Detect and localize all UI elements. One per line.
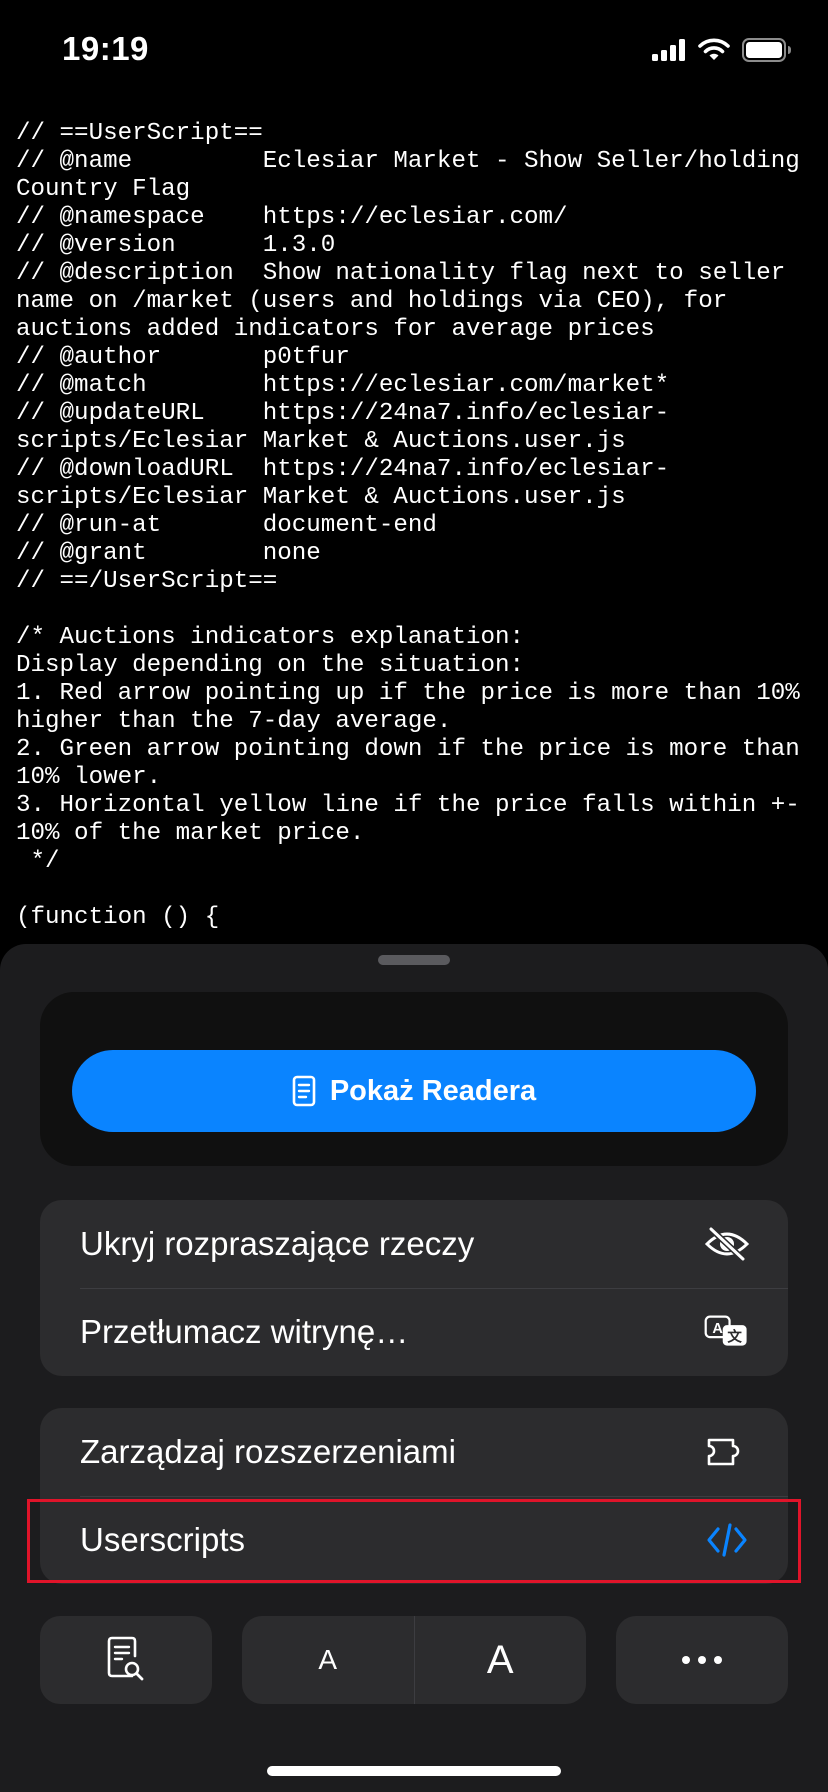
- signal-icon: [652, 39, 685, 61]
- hide-distracting-items-row[interactable]: Ukryj rozpraszające rzeczy: [40, 1200, 788, 1288]
- page-search-button[interactable]: [40, 1616, 212, 1704]
- more-options-button[interactable]: [616, 1616, 788, 1704]
- manage-extensions-label: Zarządzaj rozszerzeniami: [80, 1433, 456, 1470]
- page-search-icon: [107, 1636, 144, 1681]
- reader-card: Pokaż Readera: [40, 992, 788, 1166]
- translate-website-row[interactable]: Przetłumacz witrynę… A 文: [40, 1288, 788, 1376]
- translate-icon: A 文: [704, 1310, 750, 1354]
- battery-icon: [742, 38, 791, 62]
- show-reader-button[interactable]: Pokaż Readera: [72, 1050, 756, 1132]
- userscripts-highlight-box: [27, 1499, 801, 1583]
- show-reader-label: Pokaż Readera: [329, 1074, 537, 1107]
- wifi-icon: [698, 38, 730, 60]
- status-bar: 19:19: [0, 0, 828, 100]
- decrease-font-button[interactable]: A: [242, 1616, 414, 1704]
- status-icons: [652, 38, 792, 62]
- font-size-control: A A: [242, 1616, 586, 1704]
- userscript-source-text: // ==UserScript== // @name Eclesiar Mark…: [16, 120, 800, 931]
- page-menu-sheet: Pokaż Readera Ukryj rozpraszające rzeczy…: [0, 944, 828, 1792]
- eye-slash-icon: [704, 1222, 750, 1266]
- svg-text:文: 文: [727, 1327, 742, 1345]
- status-time: 19:19: [62, 30, 149, 67]
- menu-group-page: Ukryj rozpraszające rzeczy Przetłumacz w…: [40, 1200, 788, 1376]
- hide-distracting-items-label: Ukryj rozpraszające rzeczy: [80, 1225, 475, 1262]
- ellipsis-icon: [682, 1656, 722, 1664]
- svg-text:A: A: [712, 1321, 723, 1337]
- sheet-grabber[interactable]: [378, 955, 450, 965]
- increase-font-button[interactable]: A: [415, 1616, 587, 1704]
- reader-doc-icon: [292, 1075, 316, 1107]
- manage-extensions-row[interactable]: Zarządzaj rozszerzeniami: [40, 1408, 788, 1496]
- puzzle-icon: [704, 1430, 750, 1474]
- home-indicator: [267, 1766, 561, 1776]
- translate-website-label: Przetłumacz witrynę…: [80, 1313, 409, 1350]
